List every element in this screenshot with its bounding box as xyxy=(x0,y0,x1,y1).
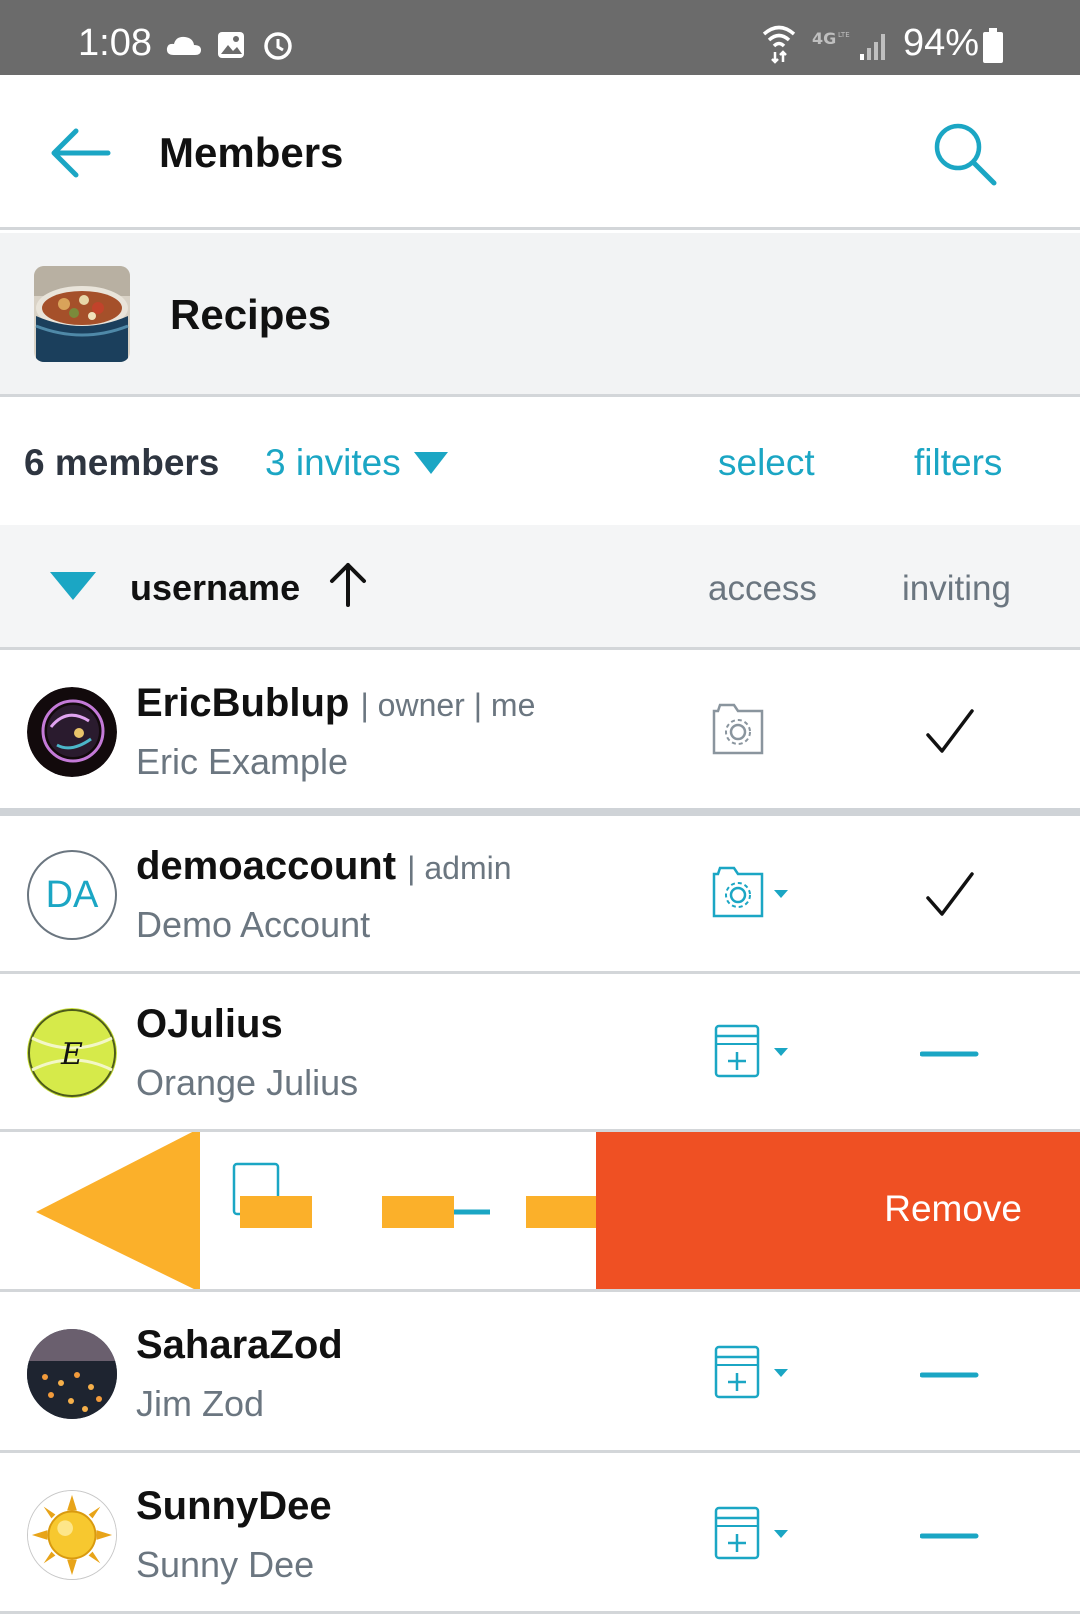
wifi-icon xyxy=(762,25,796,64)
swipe-left-arrow-icon xyxy=(36,1132,200,1289)
add-item-icon[interactable] xyxy=(712,1024,802,1080)
collapse-caret-icon[interactable] xyxy=(50,572,96,602)
select-button[interactable]: select xyxy=(718,442,815,484)
member-username: EricBublup | owner | me xyxy=(136,681,535,726)
member-role: | admin xyxy=(407,850,512,886)
dash-icon[interactable] xyxy=(920,1345,980,1405)
username-text: EricBublup xyxy=(136,681,350,725)
alarm-icon xyxy=(264,32,292,60)
avatar-initials: DA xyxy=(45,873,99,916)
swipe-hint-dash xyxy=(526,1196,596,1228)
member-username: SunnyDee xyxy=(136,1484,332,1529)
username-text: SunnyDee xyxy=(136,1484,332,1528)
status-time: 1:08 xyxy=(78,22,152,64)
member-role: | owner | me xyxy=(360,687,536,723)
remove-label: Remove xyxy=(884,1188,1022,1229)
image-icon xyxy=(218,32,244,58)
group-thumbnail xyxy=(34,266,130,362)
svg-text:LTE: LTE xyxy=(838,31,850,39)
member-full-name: Jim Zod xyxy=(136,1383,265,1424)
group-name: Recipes xyxy=(170,291,332,338)
admin-folder-gear-icon[interactable] xyxy=(712,866,802,922)
filters-button[interactable]: filters xyxy=(914,442,1002,484)
svg-text:E: E xyxy=(60,1037,83,1072)
battery-percent: 94% xyxy=(903,22,980,64)
remove-button[interactable]: Remove xyxy=(596,1132,1080,1289)
svg-text:4G: 4G xyxy=(812,29,836,48)
member-row[interactable]: SaharaZod Jim Zod xyxy=(0,1295,1080,1453)
member-row[interactable]: E OJulius Orange Julius xyxy=(0,974,1080,1132)
member-row[interactable]: SunnyDee Sunny Dee xyxy=(0,1456,1080,1614)
member-username: OJulius xyxy=(136,1002,283,1047)
username-text: SaharaZod xyxy=(136,1323,343,1367)
app-bar: Members xyxy=(0,75,1080,230)
back-arrow-icon[interactable] xyxy=(48,125,112,181)
swiped-member-row[interactable]: Remove xyxy=(0,1132,1080,1292)
username-text: demoaccount xyxy=(136,844,397,888)
check-icon xyxy=(926,709,974,753)
column-access[interactable]: access xyxy=(708,569,817,609)
status-bar: 1:08 4G LTE 94% xyxy=(0,0,1080,75)
group-header[interactable]: Recipes xyxy=(0,233,1080,397)
battery-icon xyxy=(983,28,1003,63)
username-text: OJulius xyxy=(136,1002,283,1046)
column-header: username access inviting xyxy=(0,525,1080,650)
avatar: DA xyxy=(27,850,117,940)
member-username: SaharaZod xyxy=(136,1323,343,1368)
swipe-hint-dash xyxy=(382,1196,454,1228)
4g-lte-icon: 4G LTE xyxy=(812,29,850,48)
column-username[interactable]: username xyxy=(130,567,300,609)
member-row[interactable]: EricBublup | owner | me Eric Example xyxy=(0,653,1080,816)
dash-icon[interactable] xyxy=(920,1506,980,1566)
member-full-name: Eric Example xyxy=(136,741,349,782)
search-icon[interactable] xyxy=(930,119,1000,189)
members-summary: 6 members 3 invites select filters xyxy=(0,400,1080,525)
add-item-icon[interactable] xyxy=(712,1506,802,1562)
invites-toggle[interactable]: 3 invites xyxy=(265,442,401,484)
page-title: Members xyxy=(159,129,344,176)
dash-icon[interactable] xyxy=(920,1024,980,1084)
cloud-icon xyxy=(166,36,201,55)
sort-ascending-icon[interactable] xyxy=(328,561,368,607)
swipe-hint-dash xyxy=(240,1196,312,1228)
member-row[interactable]: DA demoaccount | admin Demo Account xyxy=(0,816,1080,974)
check-icon[interactable] xyxy=(920,866,980,926)
member-full-name: Sunny Dee xyxy=(136,1544,315,1585)
add-item-icon[interactable] xyxy=(712,1345,802,1401)
member-count: 6 members xyxy=(24,442,220,483)
avatar: E xyxy=(27,1008,117,1098)
avatar xyxy=(27,1329,117,1419)
admin-folder-gear-icon xyxy=(712,703,764,755)
avatar xyxy=(27,1490,117,1580)
signal-icon xyxy=(860,34,885,60)
caret-down-icon[interactable] xyxy=(414,452,448,476)
member-username: demoaccount | admin xyxy=(136,844,512,889)
member-full-name: Demo Account xyxy=(136,904,371,945)
avatar xyxy=(27,687,117,777)
member-full-name: Orange Julius xyxy=(136,1062,359,1103)
column-inviting[interactable]: inviting xyxy=(902,569,1011,609)
swiped-row-content xyxy=(36,1132,596,1289)
